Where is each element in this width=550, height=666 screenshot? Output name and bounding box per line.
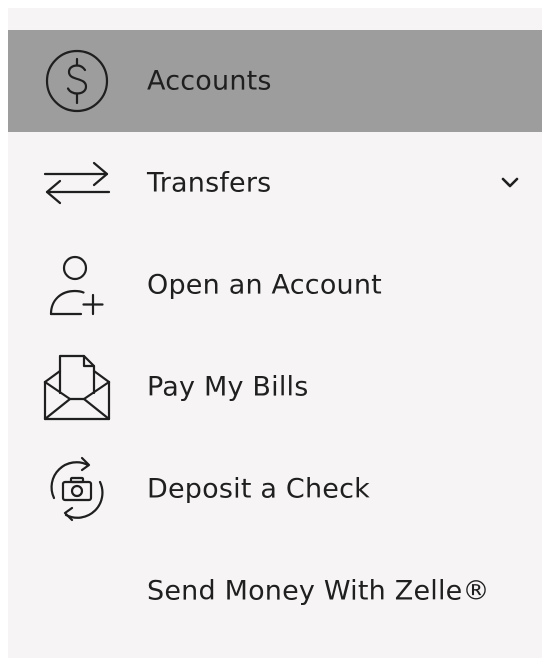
transfer-arrows-icon [42, 148, 112, 218]
menu-item-send-money-zelle[interactable]: Send Money With Zelle® [8, 540, 542, 642]
menu-item-label: Send Money With Zelle® [147, 575, 490, 607]
dollar-circle-icon [42, 46, 112, 116]
menu-item-accounts[interactable]: Accounts [8, 30, 542, 132]
add-user-icon [42, 250, 112, 320]
menu-item-open-account[interactable]: Open an Account [8, 234, 542, 336]
chevron-down-icon[interactable] [498, 171, 522, 195]
menu-item-label: Pay My Bills [147, 371, 309, 403]
envelope-bill-icon [42, 352, 112, 422]
menu-item-transfers[interactable]: Transfers [8, 132, 542, 234]
side-menu: Accounts Transfers Open an Account Pay M… [8, 8, 542, 658]
menu-item-label: Transfers [147, 167, 272, 199]
camera-deposit-icon [42, 454, 112, 524]
menu-item-label: Deposit a Check [147, 473, 370, 505]
menu-item-pay-bills[interactable]: Pay My Bills [8, 336, 542, 438]
menu-item-deposit-check[interactable]: Deposit a Check [8, 438, 542, 540]
menu-item-label: Accounts [147, 65, 272, 97]
menu-item-label: Open an Account [147, 269, 382, 301]
